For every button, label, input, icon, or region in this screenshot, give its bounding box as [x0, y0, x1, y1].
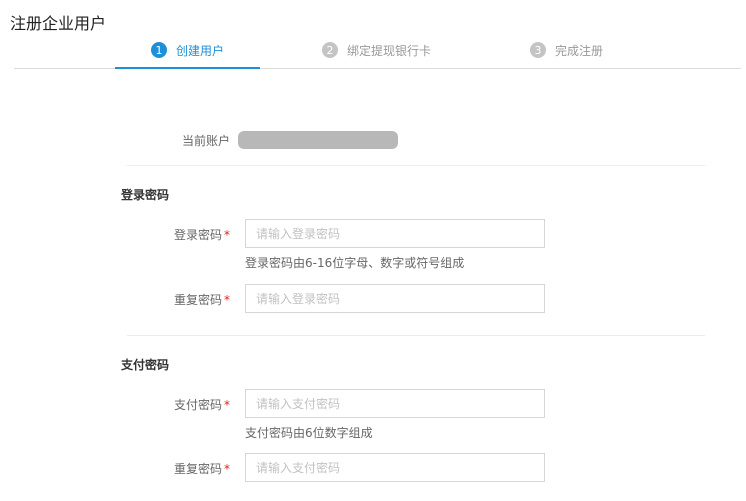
required-mark: *: [224, 398, 230, 412]
current-account-value-redacted: [238, 131, 398, 149]
pay-password-section-title: 支付密码: [121, 358, 170, 372]
required-mark: *: [224, 228, 230, 242]
login-password-hint: 登录密码由6-16位字母、数字或符号组成: [245, 256, 465, 270]
step-number-2: 2: [322, 42, 338, 58]
repeat-login-password-input[interactable]: [245, 284, 545, 313]
step-complete-registration[interactable]: 3 完成注册: [530, 41, 603, 59]
repeat-login-password-label: 重复密码 *: [173, 293, 230, 307]
current-account-label: 当前账户: [181, 134, 230, 148]
login-password-label: 登录密码 *: [173, 228, 230, 242]
step-label: 创建用户: [176, 43, 225, 58]
pay-password-hint: 支付密码由6位数字组成: [245, 426, 373, 440]
section-divider: [127, 165, 705, 166]
active-step-underline: [115, 67, 260, 69]
pay-password-label: 支付密码 *: [173, 398, 230, 412]
pay-password-input[interactable]: [245, 389, 545, 418]
required-mark: *: [224, 293, 230, 307]
page-title: 注册企业用户: [10, 14, 107, 33]
step-label: 绑定提现银行卡: [347, 43, 432, 58]
required-mark: *: [224, 462, 230, 476]
login-password-input[interactable]: [245, 219, 545, 248]
step-number-3: 3: [530, 42, 546, 58]
step-create-user[interactable]: 1 创建用户: [151, 41, 224, 59]
repeat-pay-password-label: 重复密码 *: [173, 462, 230, 476]
step-number-1: 1: [151, 42, 167, 58]
step-label: 完成注册: [555, 43, 604, 58]
section-divider: [127, 335, 705, 336]
login-password-section-title: 登录密码: [121, 188, 170, 202]
repeat-pay-password-input[interactable]: [245, 453, 545, 482]
step-bind-bank-card[interactable]: 2 绑定提现银行卡: [322, 41, 431, 59]
